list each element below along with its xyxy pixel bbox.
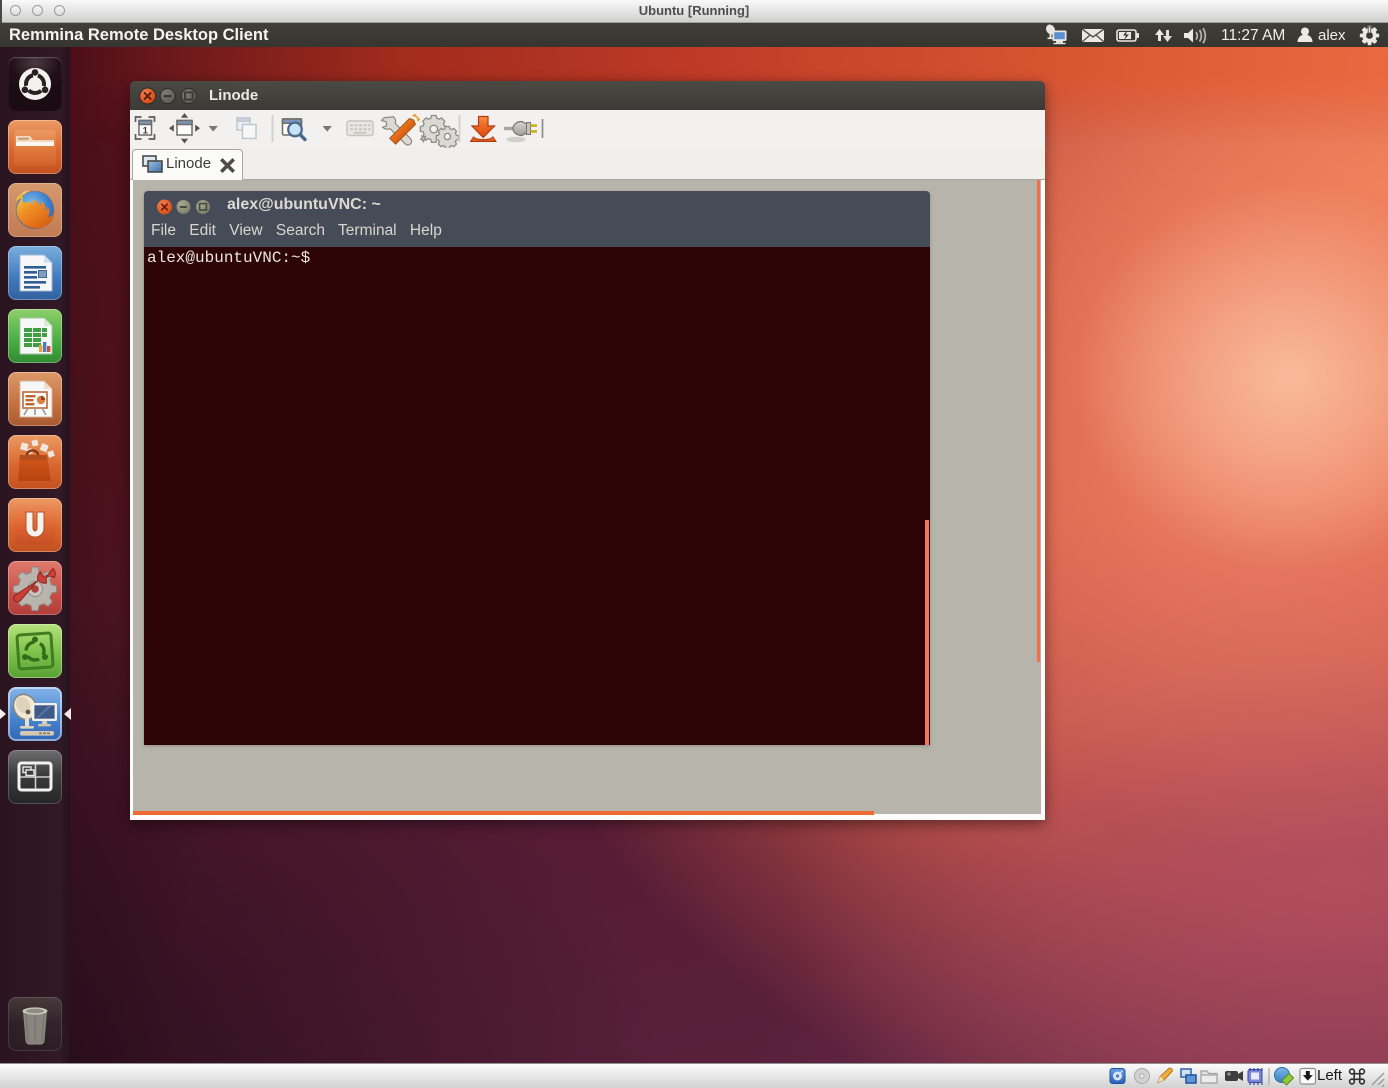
svg-text:1: 1 [143,126,149,137]
